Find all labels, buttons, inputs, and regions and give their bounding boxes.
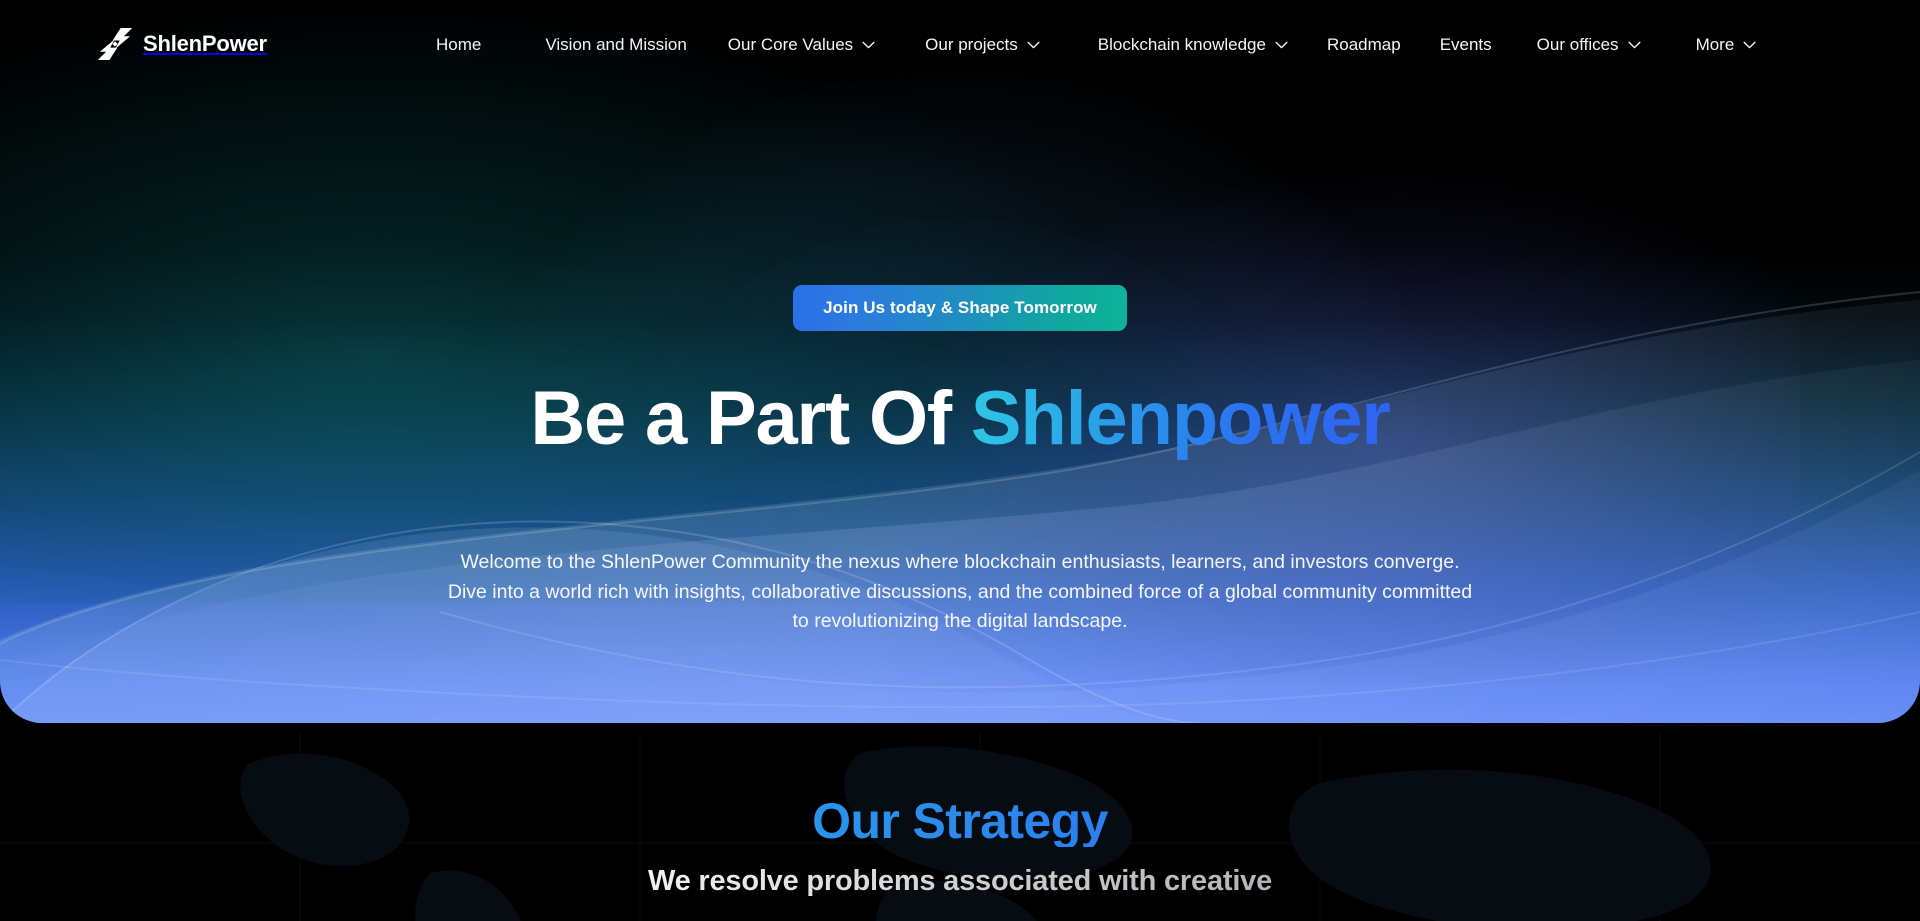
nav-label: More — [1695, 34, 1735, 54]
nav-item-home[interactable]: Home — [436, 30, 481, 58]
nav-label: Blockchain knowledge — [1097, 34, 1266, 54]
join-us-cta-button[interactable]: Join Us today & Shape Tomorrow — [793, 285, 1127, 331]
nav-item-vision-and-mission[interactable]: Vision and Mission — [545, 30, 686, 58]
nav-item-roadmap[interactable]: Roadmap — [1327, 30, 1401, 58]
nav-item-more[interactable]: More — [1696, 30, 1757, 58]
strategy-section: Our Strategy We resolve problems associa… — [0, 723, 1920, 921]
strategy-content: Our Strategy We resolve problems associa… — [0, 723, 1920, 899]
nav-item-our-projects[interactable]: Our projects — [925, 30, 1040, 58]
nav-label: Events — [1439, 34, 1492, 54]
nav-item-our-core-values[interactable]: Our Core Values — [728, 30, 875, 58]
nav-label: Our Core Values — [727, 34, 854, 54]
hero-title-accent: Shlenpower — [970, 376, 1391, 461]
strategy-subtitle: We resolve problems associated with crea… — [0, 864, 1920, 899]
nav-label: Vision and Mission — [545, 34, 687, 54]
hero-cta-container: Join Us today & Shape Tomorrow — [0, 285, 1920, 331]
nav-label: Roadmap — [1326, 34, 1401, 54]
chevron-down-icon — [1027, 41, 1040, 49]
lightning-bolt-s-logo-icon — [97, 27, 133, 61]
nav-item-our-offices[interactable]: Our offices — [1537, 30, 1641, 58]
hero-content: Join Us today & Shape Tomorrow Be a Part… — [0, 0, 1920, 723]
hero-section: Join Us today & Shape Tomorrow Be a Part… — [0, 0, 1920, 723]
nav-label: Home — [436, 34, 482, 54]
hero-title: Be a Part Of Shlenpower — [0, 376, 1920, 461]
hero-title-lead: Be a Part Of — [530, 376, 971, 461]
brand-logo-link[interactable]: ShlenPower — [96, 24, 267, 64]
chevron-down-icon — [862, 41, 875, 49]
landing-page: Join Us today & Shape Tomorrow Be a Part… — [0, 0, 1920, 921]
brand-name: ShlenPower — [143, 31, 267, 56]
strategy-title: Our Strategy — [0, 795, 1920, 847]
chevron-down-icon — [1628, 41, 1641, 49]
nav-item-events[interactable]: Events — [1440, 30, 1492, 58]
main-navigation: Home Vision and Mission Our Core Values … — [436, 30, 1756, 58]
hero-subtitle: Welcome to the ShlenPower Community the … — [447, 551, 1473, 633]
nav-label: Our projects — [925, 34, 1018, 54]
nav-label: Our offices — [1536, 34, 1619, 54]
chevron-down-icon — [1275, 41, 1288, 49]
nav-item-blockchain-knowledge[interactable]: Blockchain knowledge — [1098, 30, 1288, 58]
chevron-down-icon — [1743, 41, 1756, 49]
site-header: ShlenPower Home Vision and Mission Our C… — [0, 0, 1920, 88]
